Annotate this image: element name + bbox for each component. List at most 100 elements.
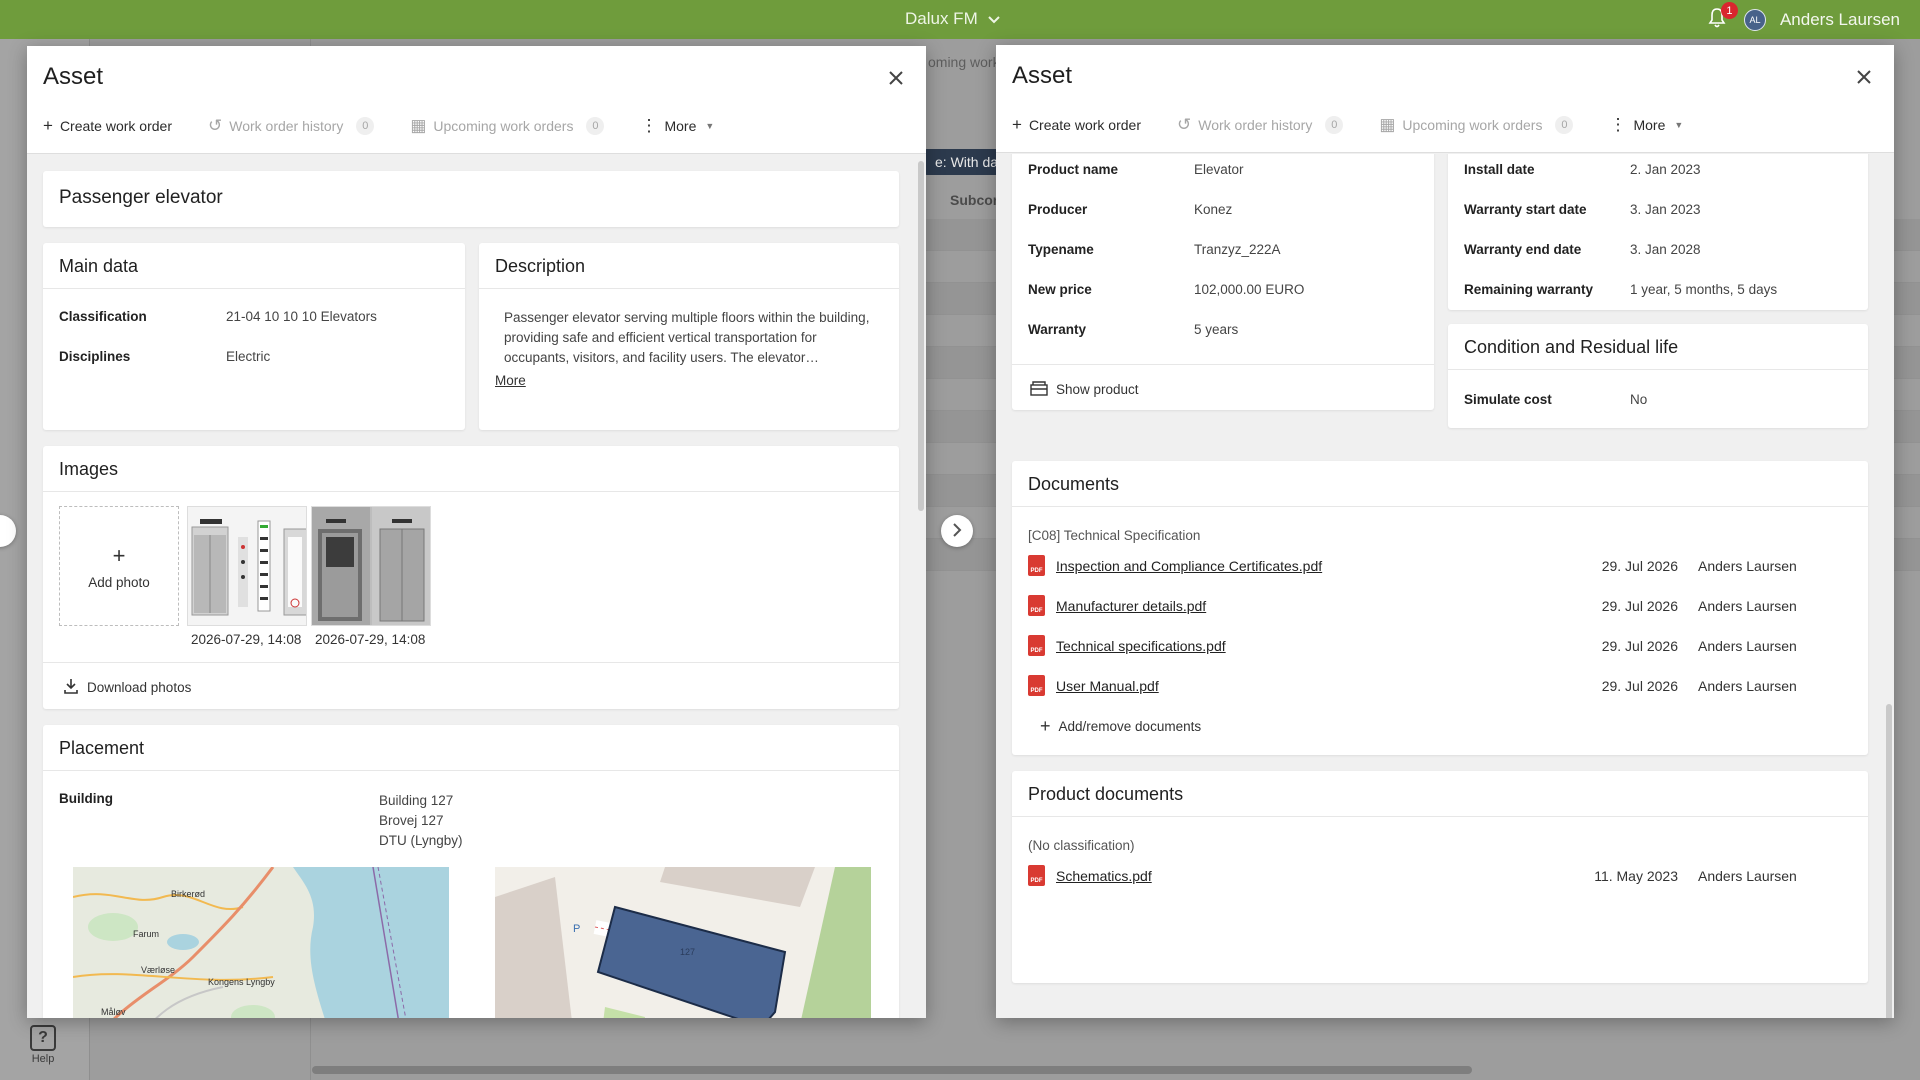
vertical-scrollbar[interactable] [1886, 704, 1892, 1018]
document-link[interactable]: Manufacturer details.pdf [1056, 598, 1206, 614]
documents-title: Documents [1012, 461, 1868, 507]
document-row[interactable]: PDF Technical specifications.pdf 29. Jul… [1028, 635, 1852, 659]
more-vertical-icon: ⋮ [640, 116, 658, 135]
more-menu-button[interactable]: ⋮ More ▼ [640, 116, 714, 136]
calendar-icon: ▦ [1379, 115, 1396, 134]
plus-icon: + [112, 542, 126, 568]
work-order-history-button[interactable]: ↺ Work order history 0 [208, 116, 375, 136]
description-text: Passenger elevator serving multiple floo… [504, 310, 870, 365]
add-photo-button[interactable]: + Add photo [59, 506, 179, 626]
placement-title: Placement [43, 725, 899, 771]
dialog-header: Asset + Create work order ↺ Work order h… [996, 45, 1894, 153]
product-box-icon [1030, 380, 1048, 399]
product-documents-group-label: (No classification) [1028, 838, 1135, 853]
document-link[interactable]: User Manual.pdf [1056, 678, 1159, 694]
description-title: Description [479, 243, 899, 289]
install-date-value: 2. Jan 2023 [1630, 162, 1701, 177]
classification-value: 21-04 10 10 10 Elevators [226, 309, 377, 324]
more-label: More [1633, 117, 1666, 133]
vertical-scrollbar[interactable] [918, 161, 924, 511]
documents-group-label: [C08] Technical Specification [1028, 528, 1201, 543]
next-asset-button[interactable] [941, 515, 973, 547]
add-remove-documents-button[interactable]: + Add/remove documents [1040, 716, 1201, 737]
building-map-label: 127 [680, 947, 696, 957]
create-work-order-button[interactable]: + Create work order [1012, 115, 1141, 135]
dialog-body: Product name Elevator Producer Konez Typ… [996, 154, 1894, 1018]
close-button[interactable] [1856, 63, 1872, 89]
pdf-icon: PDF [1028, 595, 1045, 616]
photo-thumbnail-1[interactable] [187, 506, 307, 626]
more-menu-button[interactable]: ⋮ More ▼ [1609, 115, 1683, 135]
document-row[interactable]: PDF User Manual.pdf 29. Jul 2026 Anders … [1028, 675, 1852, 699]
product-name-label: Product name [1028, 162, 1119, 177]
warranty-start-value: 3. Jan 2023 [1630, 202, 1701, 217]
building-key: Building [59, 791, 113, 806]
work-order-history-label: Work order history [229, 118, 344, 134]
product-name-value: Elevator [1194, 162, 1244, 177]
address-line-3: DTU (Lyngby) [379, 833, 463, 848]
document-user: Anders Laursen [1698, 638, 1797, 654]
add-photo-label: Add photo [88, 574, 150, 590]
map-label-farum: Farum [133, 929, 160, 939]
user-name[interactable]: Anders Laursen [1780, 10, 1900, 30]
document-user: Anders Laursen [1698, 598, 1797, 614]
show-product-button[interactable]: Show product [1030, 380, 1139, 399]
background-tab: oming work [928, 54, 1000, 70]
top-bar: Dalux FM 1 AL Anders Laursen [0, 0, 1920, 39]
more-label: More [664, 118, 697, 134]
building-map[interactable]: P 127 [495, 867, 871, 1018]
create-work-order-label: Create work order [59, 118, 172, 134]
avatar[interactable]: AL [1743, 9, 1766, 31]
document-link[interactable]: Inspection and Compliance Certificates.p… [1056, 558, 1322, 574]
warranty-end-value: 3. Jan 2028 [1630, 242, 1701, 257]
product-documents-card: Product documents (No classification) PD… [1012, 771, 1868, 983]
dialog-toolbar: + Create work order ↺ Work order history… [43, 116, 750, 136]
dialog-toolbar: + Create work order ↺ Work order history… [1012, 115, 1719, 135]
show-product-label: Show product [1056, 382, 1139, 397]
producer-label: Producer [1028, 202, 1088, 217]
overview-map[interactable]: Birkerød Farum Værløse Kongens Lyngby Må… [73, 867, 449, 1018]
documents-card: Documents [C08] Technical Specification … [1012, 461, 1868, 755]
photo-thumbnail-2[interactable] [311, 506, 431, 626]
warranty-start-label: Warranty start date [1464, 202, 1587, 217]
map-label-kongens-lyngby: Kongens Lyngby [208, 977, 275, 987]
install-date-label: Install date [1464, 162, 1535, 177]
upcoming-work-orders-button[interactable]: ▦ Upcoming work orders 0 [410, 116, 605, 136]
upcoming-work-orders-button[interactable]: ▦ Upcoming work orders 0 [1379, 115, 1574, 135]
chevron-down-icon [988, 9, 1000, 29]
help-button[interactable]: ? Help [30, 1025, 56, 1065]
upcoming-count: 0 [1555, 116, 1574, 134]
document-link[interactable]: Schematics.pdf [1056, 868, 1152, 884]
notifications-button[interactable]: 1 [1704, 2, 1738, 33]
history-count: 0 [356, 117, 375, 135]
document-date: 11. May 2023 [1594, 868, 1678, 884]
create-work-order-button[interactable]: + Create work order [43, 116, 172, 136]
document-row[interactable]: PDF Manufacturer details.pdf 29. Jul 202… [1028, 595, 1852, 619]
images-divider [43, 662, 899, 663]
close-button[interactable] [888, 64, 904, 90]
app-switcher[interactable]: Dalux FM [905, 9, 1000, 29]
plus-icon: + [1012, 115, 1022, 134]
download-photos-label: Download photos [87, 680, 192, 695]
close-icon [1856, 61, 1872, 91]
plus-icon: + [1040, 716, 1051, 736]
pdf-icon: PDF [1028, 555, 1045, 576]
document-date: 29. Jul 2026 [1601, 638, 1678, 654]
document-user: Anders Laursen [1698, 558, 1797, 574]
description-more-link[interactable]: More [495, 373, 526, 388]
work-order-history-button[interactable]: ↺ Work order history 0 [1177, 115, 1344, 135]
main-data-title: Main data [43, 243, 465, 289]
dialog-body: Passenger elevator Main data Classificat… [27, 155, 926, 1018]
building-address: Building 127 Brovej 127 DTU (Lyngby) [379, 791, 463, 851]
remaining-warranty-value: 1 year, 5 months, 5 days [1630, 282, 1778, 297]
document-link[interactable]: Technical specifications.pdf [1056, 638, 1226, 654]
address-line-2: Brovej 127 [379, 813, 444, 828]
asset-dialog-right: Asset + Create work order ↺ Work order h… [996, 45, 1894, 1018]
document-row[interactable]: PDF Schematics.pdf 11. May 2023 Anders L… [1028, 865, 1852, 889]
add-remove-documents-label: Add/remove documents [1058, 719, 1202, 734]
document-date: 29. Jul 2026 [1601, 678, 1678, 694]
document-row[interactable]: PDF Inspection and Compliance Certificat… [1028, 555, 1852, 579]
background-horizontal-scrollbar[interactable] [312, 1066, 1472, 1074]
simulate-cost-value: No [1630, 392, 1648, 407]
download-photos-button[interactable]: Download photos [63, 678, 191, 697]
